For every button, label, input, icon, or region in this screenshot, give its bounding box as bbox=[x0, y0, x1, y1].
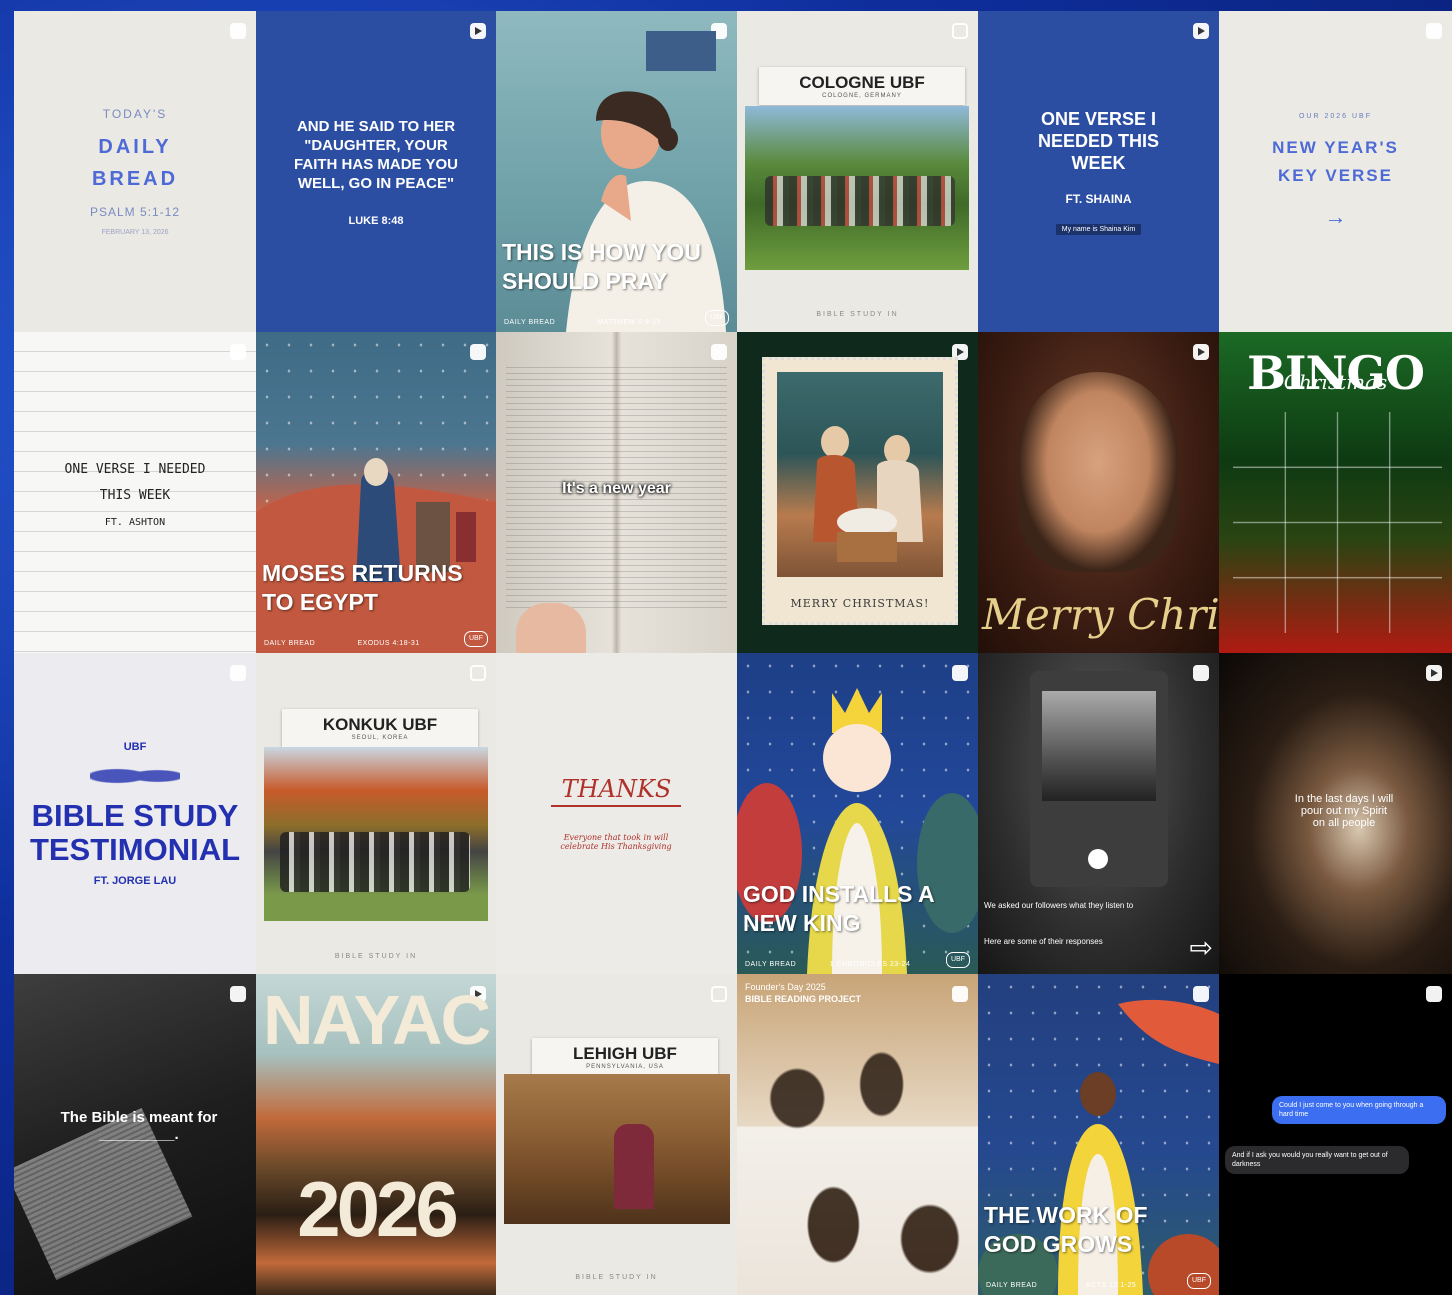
post-one-verse-ashton[interactable]: ONE VERSE I NEEDED THIS WEEK FT. ASHTON bbox=[14, 332, 256, 653]
post-title: THE WORK OF GOD GROWS bbox=[984, 1202, 1148, 1257]
post-caption: MERRY CHRISTMAS! bbox=[790, 597, 930, 610]
post-org: UBF bbox=[123, 740, 147, 753]
post-note: Everyone that took in will celebrate His… bbox=[560, 833, 672, 851]
post-bible-study-testimonial[interactable]: UBF BIBLE STUDY TESTIMONIAL FT. JORGE LAU bbox=[14, 653, 256, 974]
post-cologne-ubf[interactable]: COLOGNE UBF COLOGNE, GERMANY BIBLE STUDY… bbox=[737, 11, 978, 332]
post-title: NAYAC bbox=[262, 981, 491, 1059]
post-ft: FT. JORGE LAU bbox=[93, 874, 177, 887]
post-ft: FT. ASHTON bbox=[104, 517, 166, 528]
swipe-arrow-icon: ⇨ bbox=[1189, 932, 1213, 963]
ubf-logo: UBF bbox=[464, 631, 488, 647]
post-new-year-bible[interactable]: It's a new year bbox=[496, 332, 737, 653]
post-title: GOD INSTALLS A NEW KING bbox=[743, 881, 934, 936]
post-title: BINGO Christmas bbox=[1247, 346, 1425, 400]
post-moses-returns[interactable]: MOSES RETURNS TO EGYPT DAILY BREAD EXODUS… bbox=[256, 332, 496, 653]
arrow-icon: → bbox=[1324, 204, 1347, 229]
post-caption: The Bible is meant for _________. bbox=[60, 1109, 218, 1143]
group-photo bbox=[264, 747, 488, 921]
post-konkuk-ubf[interactable]: KONKUK UBF SEOUL, KOREA BIBLE STUDY IN bbox=[256, 653, 496, 974]
post-lehigh-ubf[interactable]: LEHIGH UBF PENNSYLVANIA, USA BIBLE STUDY… bbox=[496, 974, 737, 1295]
post-kicker: TODAY'S bbox=[102, 107, 168, 121]
post-ref: PSALM 5:1-12 bbox=[89, 205, 181, 219]
post-god-installs-new-king[interactable]: GOD INSTALLS A NEW KING DAILY BREAD 1 CHR… bbox=[737, 653, 978, 974]
nativity-illustration bbox=[813, 426, 923, 562]
multi-image-icon bbox=[952, 986, 968, 1002]
ubf-logo: UBF bbox=[705, 310, 729, 326]
post-ft: FT. SHAINA bbox=[1065, 192, 1132, 206]
post-footer: DAILY BREAD 1 CHRONICLES 23-24 bbox=[745, 961, 911, 968]
post-title: MOSES RETURNS TO EGYPT bbox=[262, 560, 463, 615]
chat-bubble-blue: Could I just come to you when going thro… bbox=[1272, 1096, 1446, 1124]
post-title: THIS IS HOW YOU SHOULD PRAY bbox=[502, 239, 701, 294]
post-title: NEW YEAR'S KEY VERSE bbox=[1272, 138, 1399, 185]
ubf-logo: UBF bbox=[1187, 1273, 1211, 1289]
post-bible-reading-project[interactable]: Founder's Day 2025 BIBLE READING PROJECT bbox=[737, 974, 978, 1295]
carousel-icon bbox=[711, 986, 727, 1002]
post-title: THANKS bbox=[561, 775, 672, 803]
post-label: LEHIGH UBF PENNSYLVANIA, USA bbox=[532, 1038, 718, 1076]
divider-line bbox=[551, 805, 681, 807]
post-caption-2: Here are some of their responses bbox=[984, 937, 1103, 946]
post-footer: BIBLE STUDY IN bbox=[334, 953, 418, 960]
post-title: ONE VERSE I NEEDED THIS WEEK bbox=[64, 462, 206, 503]
post-year: 2026 bbox=[297, 1165, 459, 1253]
post-label: COLOGNE UBF COLOGNE, GERMANY bbox=[759, 67, 965, 105]
post-caption: Merry Christmas bbox=[982, 590, 1219, 639]
play-icon[interactable] bbox=[1088, 849, 1108, 869]
post-title: BIBLE READING PROJECT bbox=[745, 994, 862, 1004]
singers-photo bbox=[737, 1014, 978, 1295]
world-map-icon bbox=[90, 760, 180, 791]
post-footer: DAILY BREAD EXODUS 4:18-31 bbox=[264, 640, 420, 647]
bingo-grid bbox=[1233, 412, 1442, 633]
post-how-to-pray[interactable]: THIS IS HOW YOU SHOULD PRAY DAILY BREAD M… bbox=[496, 11, 737, 332]
post-title: DAILY BREAD bbox=[91, 136, 179, 190]
post-quote: AND HE SAID TO HER "DAUGHTER, YOUR FAITH… bbox=[294, 117, 458, 192]
post-follower-playlist[interactable]: We asked our followers what they listen … bbox=[978, 653, 1219, 974]
post-new-years-key-verse[interactable]: OUR 2026 UBF NEW YEAR'S KEY VERSE → bbox=[1219, 11, 1452, 332]
post-caption: My name is Shaina Kim bbox=[1055, 224, 1142, 235]
post-title: BIBLE STUDY TESTIMONIAL bbox=[29, 797, 241, 867]
post-title: ONE VERSE I NEEDED THIS WEEK bbox=[1037, 109, 1160, 173]
person-photo bbox=[1018, 372, 1178, 572]
ubf-logo: UBF bbox=[946, 952, 970, 968]
post-pour-out-spirit[interactable]: In the last days I will pour out my Spir… bbox=[1219, 653, 1452, 974]
post-christmas-bingo[interactable]: BINGO Christmas bbox=[1219, 332, 1452, 653]
post-caption: It's a new year bbox=[562, 480, 671, 497]
carousel-icon bbox=[952, 23, 968, 39]
group-photo bbox=[745, 106, 969, 270]
post-daily-bread[interactable]: TODAY'S DAILY BREAD PSALM 5:1-12 FEBRUARY… bbox=[14, 11, 256, 332]
carousel-icon bbox=[470, 665, 486, 681]
group-photo bbox=[504, 1074, 730, 1224]
post-one-verse-shaina[interactable]: ONE VERSE I NEEDED THIS WEEK FT. SHAINA … bbox=[978, 11, 1219, 332]
post-footer: DAILY BREAD ACTS 12:1-25 bbox=[986, 1282, 1137, 1289]
post-work-of-god-grows[interactable]: THE WORK OF GOD GROWS DAILY BREAD ACTS 12… bbox=[978, 974, 1219, 1295]
chat-bubble-gray: And if I ask you would you really want t… bbox=[1225, 1146, 1409, 1174]
reel-icon bbox=[1193, 344, 1209, 360]
post-footer: BIBLE STUDY IN bbox=[816, 311, 899, 318]
post-nayac-2026[interactable]: NAYAC 2026 bbox=[256, 974, 496, 1295]
post-luke-verse[interactable]: AND HE SAID TO HER "DAUGHTER, YOUR FAITH… bbox=[256, 11, 496, 332]
multi-image-icon bbox=[1193, 665, 1209, 681]
post-kicker: Founder's Day 2025 bbox=[745, 982, 826, 992]
post-chat-messages[interactable]: Could I just come to you when going thro… bbox=[1219, 974, 1452, 1295]
reel-icon bbox=[1426, 665, 1442, 681]
multi-image-icon bbox=[1426, 986, 1442, 1002]
post-merry-christmas-video[interactable]: Merry Christmas bbox=[978, 332, 1219, 653]
posts-grid: TODAY'S DAILY BREAD PSALM 5:1-12 FEBRUARY… bbox=[14, 11, 1452, 1295]
multi-image-icon bbox=[230, 986, 246, 1002]
post-nativity-stamp[interactable]: MERRY CHRISTMAS! bbox=[737, 332, 978, 653]
post-kicker: OUR 2026 UBF bbox=[1298, 113, 1373, 120]
stamp-frame: MERRY CHRISTMAS! bbox=[762, 357, 958, 625]
post-bible-is-meant-for[interactable]: The Bible is meant for _________. bbox=[14, 974, 256, 1295]
post-thanks[interactable]: THANKS Everyone that took in will celebr… bbox=[496, 653, 737, 974]
post-caption: In the last days I will pour out my Spir… bbox=[1294, 793, 1394, 829]
post-label: KONKUK UBF SEOUL, KOREA bbox=[282, 709, 478, 747]
post-footer: BIBLE STUDY IN bbox=[575, 1274, 658, 1281]
music-player-card bbox=[1030, 671, 1168, 887]
post-ref: LUKE 8:48 bbox=[348, 214, 404, 227]
post-date: FEBRUARY 13, 2026 bbox=[101, 229, 169, 236]
post-footer: DAILY BREAD MATTHEW 6:9-15 bbox=[504, 319, 661, 326]
multi-image-icon bbox=[711, 344, 727, 360]
post-caption: We asked our followers what they listen … bbox=[984, 901, 1134, 910]
